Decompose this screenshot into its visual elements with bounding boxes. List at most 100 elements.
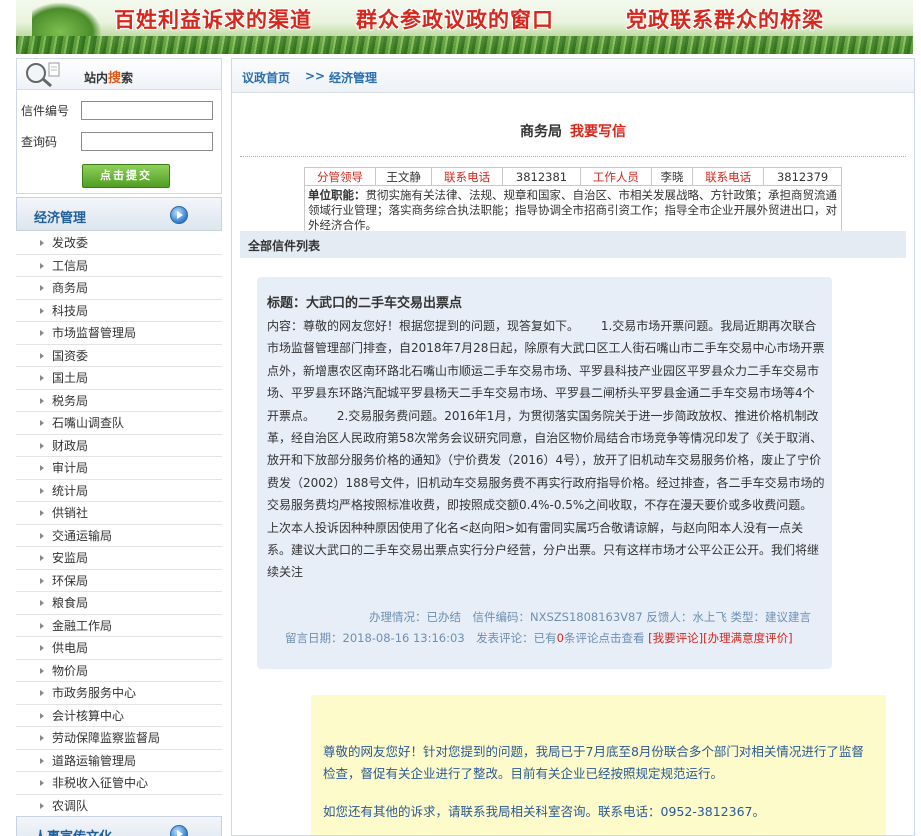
bullet-triangle-icon bbox=[40, 577, 44, 584]
sidebar-item-label: 供销社 bbox=[52, 506, 89, 520]
sidebar-item[interactable]: 工信局 bbox=[16, 254, 222, 277]
bullet-triangle-icon bbox=[40, 375, 44, 381]
bullet-triangle-icon bbox=[40, 285, 44, 291]
phone-value: 3812379 bbox=[763, 167, 842, 186]
bullet-triangle-icon bbox=[40, 667, 44, 674]
leader-name: 王文静 bbox=[374, 167, 433, 186]
sidebar-item-label: 国资委 bbox=[52, 348, 89, 363]
sidebar-item[interactable]: 金融工作局 bbox=[16, 614, 222, 637]
category-header-economy[interactable]: 经济管理 bbox=[16, 197, 222, 231]
bullet-triangle-icon bbox=[40, 645, 44, 651]
sidebar-item[interactable]: 供销社 bbox=[16, 502, 222, 525]
department-duty: 单位职能：贯彻实施有关法律、法规、规章和国家、自治区、市相关发展战略、方针政策；… bbox=[304, 185, 842, 236]
sidebar-item-label: 发改委 bbox=[52, 236, 89, 250]
sidebar-item[interactable]: 劳动保障监察监督局 bbox=[16, 727, 222, 750]
sidebar-item[interactable]: 市场监督管理局 bbox=[16, 322, 222, 345]
site-search-panel: 站内搜索 信件编号 查询码 点击提交 bbox=[16, 58, 222, 194]
banner-slogan-3: 党政联系群众的桥梁 bbox=[626, 8, 824, 32]
sidebar-item[interactable]: 会计核算中心 bbox=[16, 704, 222, 727]
sidebar-item[interactable]: 供电局 bbox=[16, 637, 222, 660]
comment-action-links[interactable]: [我要评论][办理满意度评价] bbox=[648, 631, 792, 645]
play-arrow-icon[interactable] bbox=[170, 825, 188, 836]
comment-count: 0 bbox=[556, 631, 564, 645]
bullet-triangle-icon bbox=[40, 262, 44, 269]
sidebar-item[interactable]: 统计局 bbox=[16, 479, 222, 502]
sidebar-item-label: 交通运输局 bbox=[52, 528, 113, 543]
department-nav-list: 发改委工信局商务局科技局市场监督管理局 国资委国土局 税务局石嘴山调查队财政局审计局… bbox=[16, 232, 222, 817]
sidebar-item[interactable]: 交通运输局 bbox=[16, 524, 222, 547]
search-title: 站内搜索 bbox=[84, 71, 134, 86]
breadcrumb-current-link[interactable]: 经济管理 bbox=[329, 69, 377, 86]
sidebar-item[interactable]: 石嘴山调查队 bbox=[16, 412, 222, 435]
query-code-label: 查询码 bbox=[21, 135, 58, 149]
query-code-input[interactable] bbox=[81, 132, 213, 151]
sidebar-item-label: 统计局 bbox=[52, 483, 89, 498]
sidebar-item[interactable]: 国土局 bbox=[16, 367, 222, 390]
leader-label: 分管领导 bbox=[304, 167, 376, 186]
duty-text: 贯彻实施有关法律、法规、规章和国家、自治区、市相关发展战略、方针政策；承担商贸流… bbox=[308, 188, 837, 232]
sidebar-item-label: 会计核算中心 bbox=[52, 708, 125, 723]
letter-no-input[interactable] bbox=[81, 101, 213, 120]
sidebar-item[interactable]: 物价局 bbox=[16, 659, 222, 682]
banner-slogan-2: 群众参政议政的窗口 bbox=[356, 8, 554, 32]
letter-content: 内容：尊敬的网友您好！根据您提到的问题，现答复如下。 1.交易市场开票问题。我局… bbox=[267, 319, 825, 580]
sidebar-item-label: 环保局 bbox=[52, 573, 89, 588]
letter-card: 标题：大武口的二手车交易出票点 内容：尊敬的网友您好！根据您提到的问题，现答复如… bbox=[257, 277, 832, 669]
sidebar-item[interactable]: 科技局 bbox=[16, 299, 222, 322]
sidebar-item[interactable]: 国资委 bbox=[16, 344, 222, 367]
sidebar-item-label: 石嘴山调查队 bbox=[52, 416, 125, 430]
letter-list-header: 全部信件列表 bbox=[240, 231, 906, 258]
letter-meta-date: 留言日期：2018-08-16 13:16:03 发表评论：已有0条评论点击查看… bbox=[285, 630, 793, 646]
sidebar-item[interactable]: 财政局 bbox=[16, 434, 222, 457]
reply-paragraph-2: 如您还有其他的诉求，请联系我局相关科室咨询。联系电话：0952-3812367。 bbox=[323, 804, 765, 819]
bullet-triangle-icon bbox=[40, 487, 44, 494]
magnifier-icon bbox=[26, 62, 60, 88]
view-comments-link[interactable]: 条评论点击查看 bbox=[564, 631, 645, 645]
duty-label: 单位职能： bbox=[308, 188, 366, 202]
letter-list-title: 全部信件列表 bbox=[248, 239, 321, 253]
bullet-triangle-icon bbox=[40, 240, 44, 246]
sidebar-item-label: 非税收入征管中心 bbox=[52, 776, 149, 790]
play-arrow-icon[interactable] bbox=[170, 206, 188, 224]
breadcrumb-separator: >> bbox=[305, 69, 326, 83]
category-title: 人事宣传文化 bbox=[34, 826, 112, 836]
sidebar-item-label: 审计局 bbox=[52, 461, 89, 475]
main-panel: 议政首页 >> 经济管理 商务局 我要写信 分管领导 王文静 联系电话 38123… bbox=[231, 58, 915, 836]
sidebar-item-label: 科技局 bbox=[52, 303, 89, 318]
bullet-triangle-icon bbox=[40, 780, 44, 786]
sidebar-item[interactable]: 非税收入征管中心 bbox=[16, 772, 222, 795]
sidebar-item[interactable]: 发改委 bbox=[16, 232, 222, 255]
staff-label: 工作人员 bbox=[579, 167, 652, 186]
official-reply: 尊敬的网友您好！针对您提到的问题，我局已于7月底至8月份联合多个部门对相关情况进… bbox=[311, 695, 886, 835]
header-banner: 百姓利益诉求的渠道 群众参政议政的窗口 党政联系群众的桥梁 bbox=[16, 0, 913, 54]
sidebar-item[interactable]: 农调队 bbox=[16, 794, 222, 817]
letter-meta-status: 办理情况：已办结 信件编码：NXSZS1808163V87 反馈人：水上飞 类型… bbox=[369, 610, 811, 624]
banner-slogan-1: 百姓利益诉求的渠道 bbox=[114, 8, 312, 32]
sidebar-item[interactable]: 税务局 bbox=[16, 389, 222, 412]
phone-value: 3812381 bbox=[502, 167, 581, 186]
breadcrumb: 议政首页 >> 经济管理 bbox=[232, 59, 914, 93]
submit-button[interactable]: 点击提交 bbox=[82, 164, 170, 188]
write-letter-link[interactable]: 我要写信 bbox=[570, 124, 626, 140]
bullet-triangle-icon bbox=[40, 802, 44, 809]
sidebar-item[interactable]: 审计局 bbox=[16, 457, 222, 480]
bullet-triangle-icon bbox=[40, 397, 44, 404]
sidebar-item-label: 市场监督管理局 bbox=[52, 326, 137, 340]
search-header: 站内搜索 bbox=[17, 59, 221, 90]
bullet-triangle-icon bbox=[40, 510, 44, 516]
sidebar-item-label: 商务局 bbox=[52, 281, 89, 295]
sidebar-item[interactable]: 市政务服务中心 bbox=[16, 682, 222, 705]
bullet-triangle-icon bbox=[40, 465, 44, 471]
sidebar-item-label: 供电局 bbox=[52, 641, 89, 655]
reply-paragraph-1: 尊敬的网友您好！针对您提到的问题，我局已于7月底至8月份联合多个部门对相关情况进… bbox=[323, 744, 864, 781]
bullet-triangle-icon bbox=[40, 307, 44, 314]
sidebar-item[interactable]: 安监局 bbox=[16, 547, 222, 570]
sidebar-item[interactable]: 商务局 bbox=[16, 277, 222, 300]
breadcrumb-home-link[interactable]: 议政首页 bbox=[242, 69, 290, 86]
sidebar-item[interactable]: 环保局 bbox=[16, 569, 222, 592]
grass-decoration bbox=[16, 36, 913, 54]
category-header-personnel[interactable]: 人事宣传文化 bbox=[16, 816, 222, 836]
sidebar-item[interactable]: 粮食局 bbox=[16, 592, 222, 615]
sidebar-item[interactable]: 道路运输管理局 bbox=[16, 749, 222, 772]
sidebar-item-label: 劳动保障监察监督局 bbox=[52, 731, 161, 745]
